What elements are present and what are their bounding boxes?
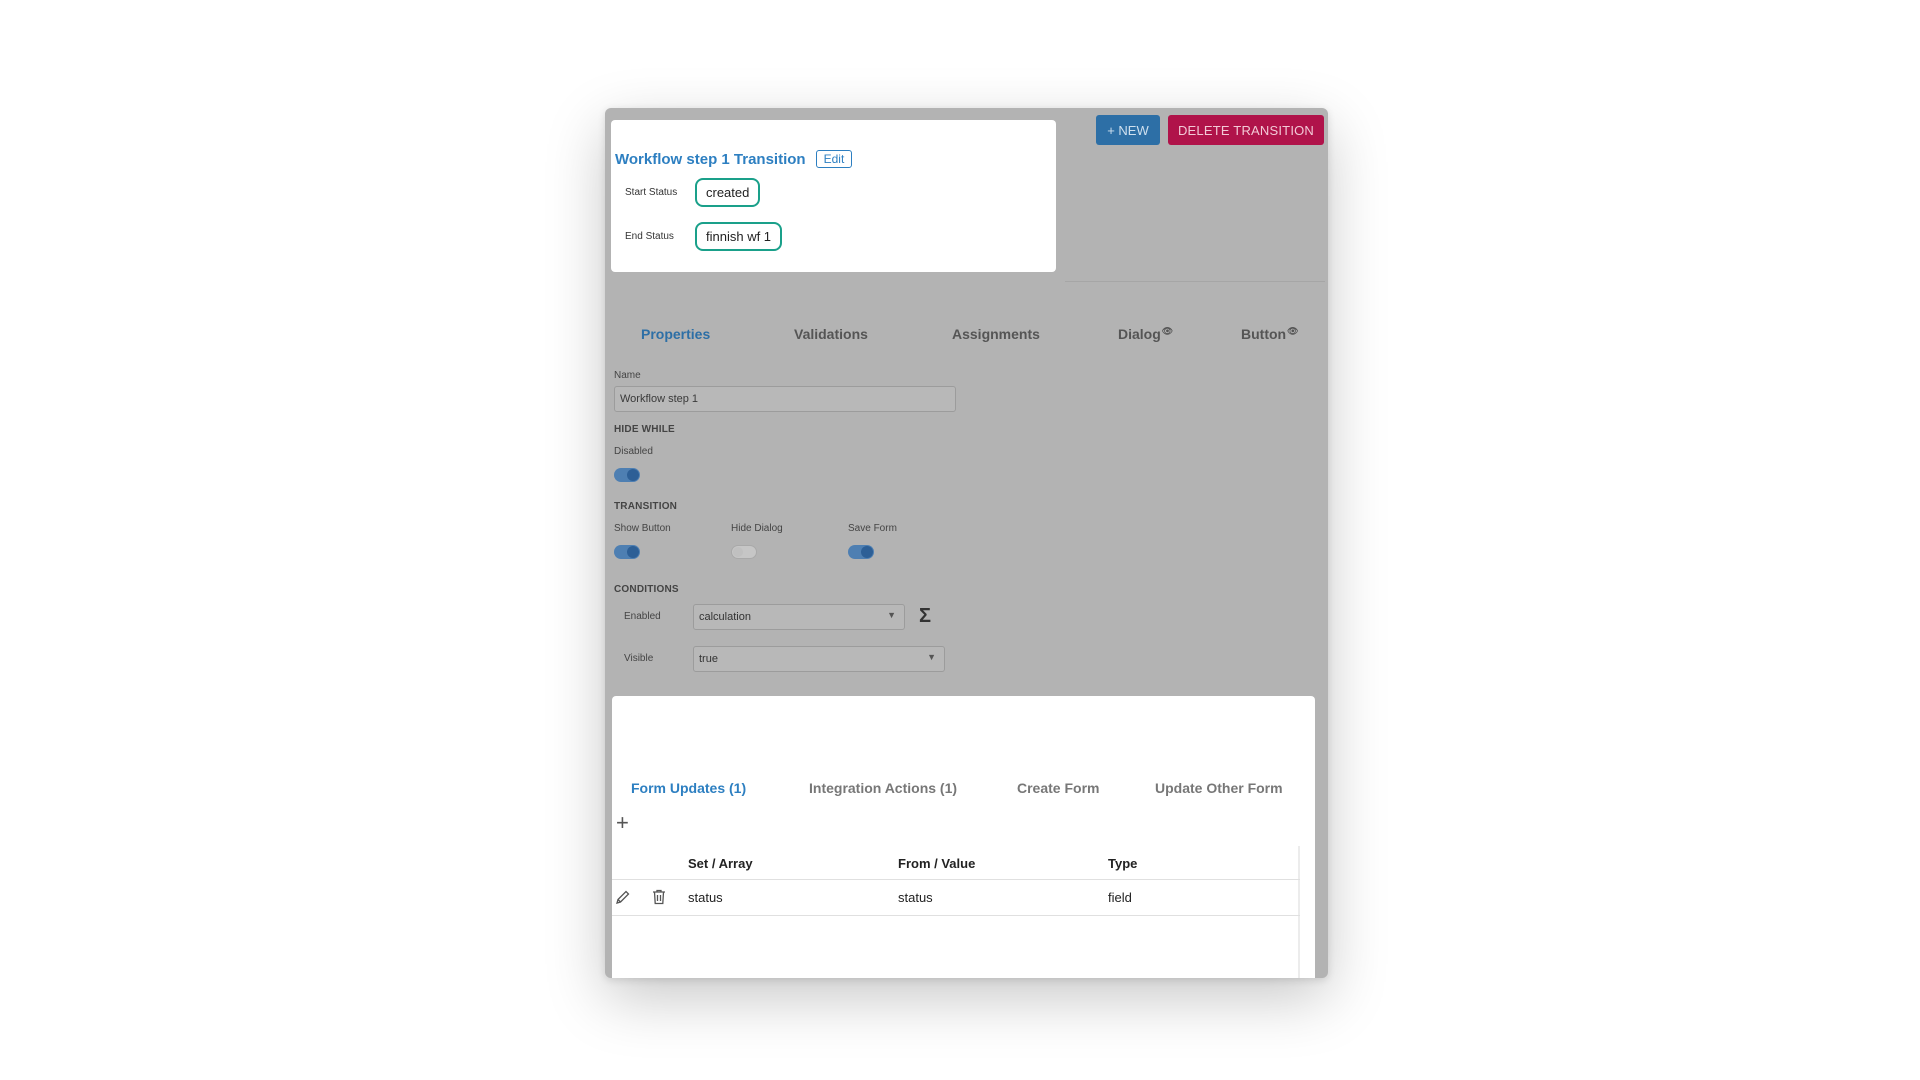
add-icon[interactable]: + [616,810,629,836]
transition-dialog: Workflow step 1 Transition Edit Start St… [605,108,1328,978]
transition-title: Workflow step 1 Transition [615,150,806,168]
end-status-label: End Status [625,231,674,242]
enabled-select-value: calculation [699,611,751,623]
start-status-chip[interactable]: created [695,178,761,207]
conditions-heading: CONDITIONS [614,584,679,595]
delete-trash-icon[interactable] [652,889,666,910]
form-updates-table: Set / Array From / Value Type status sta… [612,846,1300,978]
divider [1065,281,1325,282]
tab-label: Button [1241,326,1287,342]
disabled-toggle[interactable] [614,468,640,482]
show-button-toggle[interactable] [614,545,640,559]
visible-label: Visible [624,653,654,664]
tab-update-other-form[interactable]: Update Other Form [1155,780,1283,796]
enabled-label: Enabled [624,611,661,622]
name-label: Name [614,370,641,381]
tab-label: Assignments [952,326,1040,342]
table-header: Set / Array From / Value Type [612,846,1300,880]
tab-button[interactable]: Button👁 [1241,326,1299,342]
cell-from: status [898,890,933,905]
hide-dialog-label: Hide Dialog [731,523,783,534]
chevron-down-icon: ▼ [927,652,936,662]
cell-set: status [688,890,723,905]
tab-assignments[interactable]: Assignments [952,326,1040,342]
chevron-down-icon: ▼ [887,610,896,620]
start-status-row: Start Status created [625,178,761,207]
tab-form-updates[interactable]: Form Updates (1) [631,780,746,796]
column-header-set: Set / Array [688,856,753,871]
save-form-toggle[interactable] [848,545,874,559]
end-status-row: End Status finnish wf 1 [625,222,783,251]
name-input[interactable]: Workflow step 1 [614,386,956,412]
end-status-chip[interactable]: finnish wf 1 [695,222,783,251]
transition-heading: TRANSITION [614,501,678,512]
title-row: Workflow step 1 Transition Edit [615,150,853,168]
visible-select[interactable]: true ▼ [693,646,945,672]
sigma-icon[interactable]: Σ [919,605,931,628]
save-form-label: Save Form [848,523,897,534]
tab-dialog[interactable]: Dialog👁 [1118,326,1173,342]
properties-tabs: Properties Validations Assignments Dialo… [605,326,1328,350]
table-row: status status field [612,880,1300,916]
tab-validations[interactable]: Validations [794,326,868,342]
hide-while-heading: HIDE WHILE [614,424,675,435]
edit-button[interactable]: Edit [815,150,853,168]
new-button[interactable]: + NEW [1096,115,1160,145]
eye-icon: 👁 [1287,326,1299,336]
start-status-label: Start Status [625,187,678,198]
actions-card: Form Updates (1) Integration Actions (1)… [612,696,1315,978]
show-button-label: Show Button [614,523,671,534]
tab-integration-actions[interactable]: Integration Actions (1) [809,780,957,796]
delete-transition-button[interactable]: DELETE TRANSITION [1168,115,1324,145]
visible-select-value: true [699,653,718,665]
transition-header-card: Workflow step 1 Transition Edit Start St… [611,120,1056,272]
disabled-label: Disabled [614,446,653,457]
hide-dialog-toggle[interactable] [731,545,757,559]
eye-icon: 👁 [1161,326,1174,336]
tab-label: Validations [794,326,868,342]
tab-properties[interactable]: Properties [641,326,710,342]
tab-create-form[interactable]: Create Form [1017,780,1099,796]
enabled-select[interactable]: calculation ▼ [693,604,905,630]
column-header-from: From / Value [898,856,976,871]
cell-type: field [1108,890,1132,905]
edit-pencil-icon[interactable] [615,889,631,910]
column-header-type: Type [1108,856,1138,871]
tab-label: Dialog [1118,326,1161,342]
tab-label: Properties [641,326,711,342]
